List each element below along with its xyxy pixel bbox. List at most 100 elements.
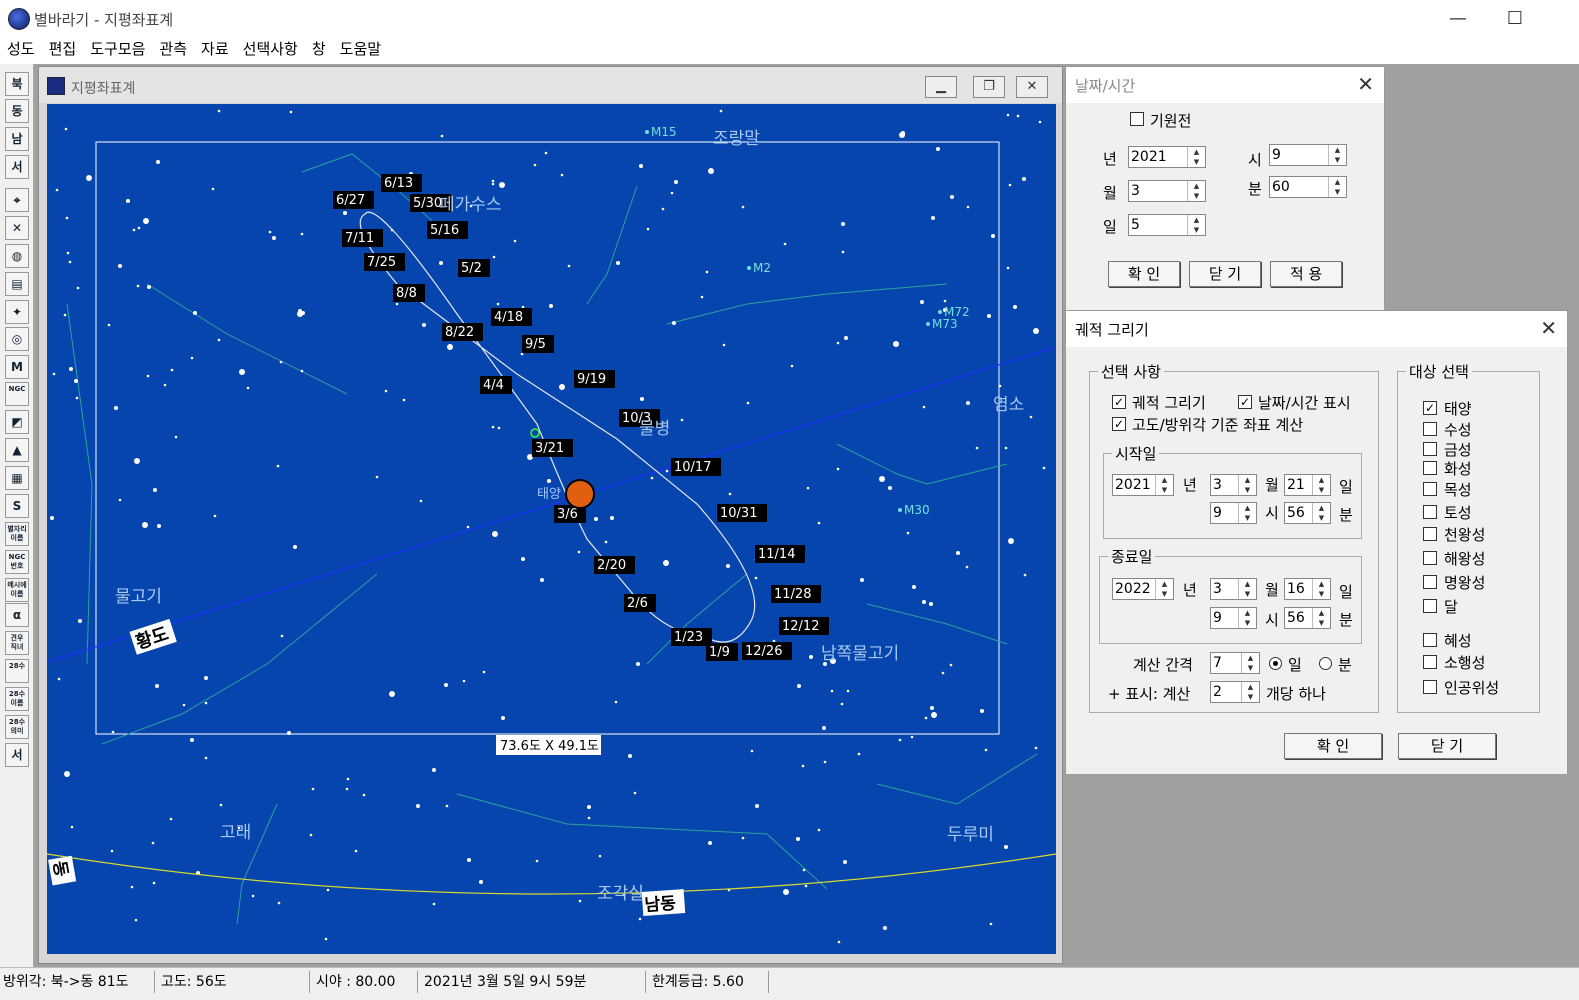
end-year-spinner[interactable]: 2022 ▲ ▼ [1112, 578, 1174, 600]
trajectory-ok-button[interactable]: 확 인 [1284, 733, 1382, 759]
spinner-arrows-icon[interactable]: ▲ ▼ [1187, 147, 1205, 167]
mark-spinner[interactable]: 2 ▲ ▼ [1210, 681, 1260, 703]
start-year-spinner[interactable]: 2021 ▲ ▼ [1112, 474, 1174, 496]
minute-spinner[interactable]: 60 ▲ ▼ [1269, 176, 1347, 198]
tool-telescope-button[interactable]: ▲ [5, 438, 29, 462]
target-checkbox-12[interactable] [1423, 680, 1437, 694]
end-month-spinner[interactable]: 3 ▲ ▼ [1210, 578, 1257, 600]
spinner-arrows-icon[interactable]: ▲ ▼ [1187, 215, 1205, 235]
close-icon[interactable]: ✕ [1357, 72, 1374, 96]
altaz-checkbox[interactable]: ✓ [1112, 417, 1126, 431]
tool-28-meaning-button[interactable]: 28수 의미 [5, 715, 29, 739]
start-hour-spinner[interactable]: 9 ▲ ▼ [1210, 502, 1257, 524]
tool-28-mansions-button[interactable]: 28수 [5, 659, 29, 683]
spinner-arrows-icon[interactable]: ▲ ▼ [1312, 475, 1330, 495]
target-checkbox-4[interactable] [1423, 482, 1437, 496]
tool-letter-button[interactable]: 서신 [5, 743, 29, 767]
unit-day-radio[interactable] [1269, 657, 1282, 670]
tool-trajectory-button[interactable]: S [5, 494, 29, 518]
spinner-arrows-icon[interactable]: ▲ ▼ [1187, 181, 1205, 201]
target-checkbox-1[interactable] [1423, 422, 1437, 436]
tool-cross-button[interactable]: ✕ [5, 216, 29, 240]
menu-0[interactable]: 성도 [0, 38, 42, 64]
tool-globe-button[interactable]: ◍ [5, 244, 29, 268]
tool-north-button[interactable]: 북 [5, 72, 29, 96]
target-checkbox-10[interactable] [1423, 633, 1437, 647]
tool-altair-vega-button[interactable]: 견우 직녀 [5, 631, 29, 655]
spinner-arrows-icon[interactable]: ▲ ▼ [1241, 653, 1259, 673]
tool-west-button[interactable]: 서 [5, 155, 29, 179]
tool-messier-names-button[interactable]: 메시에 이름 [5, 578, 29, 602]
star [906, 531, 910, 535]
end-minute-spinner[interactable]: 56 ▲ ▼ [1284, 607, 1331, 629]
menu-4[interactable]: 자료 [194, 38, 236, 64]
menu-6[interactable]: 창 [305, 38, 333, 64]
target-checkbox-3[interactable] [1423, 461, 1437, 475]
tool-galaxy-button[interactable]: ◎ [5, 327, 29, 351]
tool-east-button[interactable]: 동 [5, 99, 29, 123]
tool-constellation-names-button[interactable]: 별자리 이름 [5, 522, 29, 546]
menu-3[interactable]: 관측 [152, 38, 194, 64]
start-day-spinner[interactable]: 21 ▲ ▼ [1284, 474, 1331, 496]
spinner-arrows-icon[interactable]: ▲ ▼ [1312, 579, 1330, 599]
spinner-arrows-icon[interactable]: ▲ ▼ [1238, 503, 1256, 523]
tool-milkyway-button[interactable]: ◩ [5, 410, 29, 434]
menu-5[interactable]: 선택사항 [236, 38, 305, 64]
spinner-arrows-icon[interactable]: ▲ ▼ [1312, 608, 1330, 628]
start-minute-spinner[interactable]: 56 ▲ ▼ [1284, 502, 1331, 524]
draw-trajectory-checkbox[interactable]: ✓ [1112, 395, 1126, 409]
spinner-arrows-icon[interactable]: ▲ ▼ [1241, 682, 1259, 702]
trajectory-close-button[interactable]: 닫 기 [1398, 733, 1496, 759]
target-checkbox-0[interactable]: ✓ [1423, 401, 1437, 415]
spinner-arrows-icon[interactable]: ▲ ▼ [1312, 503, 1330, 523]
target-checkbox-9[interactable] [1423, 599, 1437, 613]
hour-spinner[interactable]: 9 ▲ ▼ [1269, 144, 1347, 166]
maximize-icon[interactable]: ☐ [1492, 4, 1538, 34]
target-checkbox-11[interactable] [1423, 655, 1437, 669]
year-spinner[interactable]: 2021 ▲ ▼ [1128, 146, 1206, 168]
show-datetime-checkbox[interactable]: ✓ [1238, 395, 1252, 409]
spinner-arrows-icon[interactable]: ▲ ▼ [1238, 475, 1256, 495]
end-hour-spinner[interactable]: 9 ▲ ▼ [1210, 607, 1257, 629]
end-day-spinner[interactable]: 16 ▲ ▼ [1284, 578, 1331, 600]
tool-south-button[interactable]: 남 [5, 127, 29, 151]
menu-2[interactable]: 도구모음 [83, 38, 152, 64]
month-spinner[interactable]: 3 ▲ ▼ [1128, 180, 1206, 202]
tool-photo-button[interactable]: ▦ [5, 466, 29, 490]
child-restore-button[interactable]: ❐ [973, 76, 1005, 98]
child-minimize-button[interactable]: ▁ [925, 76, 957, 98]
spinner-arrows-icon[interactable]: ▲ ▼ [1328, 177, 1346, 197]
tool-starfield-button[interactable]: ✦ [5, 300, 29, 324]
minimize-icon[interactable]: — [1435, 4, 1481, 34]
unit-minute-radio[interactable] [1319, 657, 1332, 670]
datetime-close-button[interactable]: 닫 기 [1189, 261, 1261, 287]
target-checkbox-7[interactable] [1423, 551, 1437, 565]
child-close-button[interactable]: ✕ [1016, 76, 1048, 98]
menu-7[interactable]: 도움말 [333, 38, 388, 64]
day-spinner[interactable]: 5 ▲ ▼ [1128, 214, 1206, 236]
target-checkbox-6[interactable] [1423, 527, 1437, 541]
datetime-ok-button[interactable]: 확 인 [1108, 261, 1180, 287]
spinner-arrows-icon[interactable]: ▲ ▼ [1238, 579, 1256, 599]
close-icon[interactable]: ✕ [1540, 316, 1557, 340]
spinner-arrows-icon[interactable]: ▲ ▼ [1328, 145, 1346, 165]
menu-1[interactable]: 편집 [42, 38, 84, 64]
tool-alpha-button[interactable]: α [5, 603, 29, 627]
target-checkbox-5[interactable] [1423, 505, 1437, 519]
spinner-arrows-icon[interactable]: ▲ ▼ [1238, 608, 1256, 628]
target-checkbox-2[interactable] [1423, 442, 1437, 456]
spinner-arrows-icon[interactable]: ▲ ▼ [1155, 579, 1173, 599]
tool-grid-button[interactable]: ▤ [5, 272, 29, 296]
tool-ngc-numbers-button[interactable]: NGC 번호 [5, 550, 29, 574]
target-checkbox-8[interactable] [1423, 575, 1437, 589]
datetime-apply-button[interactable]: 적 용 [1270, 261, 1342, 287]
start-month-spinner[interactable]: 3 ▲ ▼ [1210, 474, 1257, 496]
sky-canvas[interactable]: 6/13 6/27 5/30 5/16 7/11 7/25 5/2 8/8 4/18 8/22 9/… [47, 104, 1056, 954]
tool-28-names-button[interactable]: 28수 이름 [5, 687, 29, 711]
spinner-arrows-icon[interactable]: ▲ ▼ [1155, 475, 1173, 495]
tool-center-button[interactable]: ⌖ [5, 188, 29, 212]
bc-checkbox[interactable] [1130, 112, 1144, 126]
tool-messier-button[interactable]: M [5, 355, 29, 379]
interval-spinner[interactable]: 7 ▲ ▼ [1210, 652, 1260, 674]
tool-ngc-button[interactable]: NGC [5, 382, 29, 406]
